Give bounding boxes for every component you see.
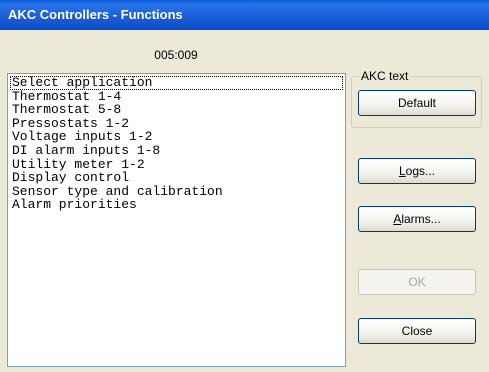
close-button-label: Close — [401, 324, 433, 338]
list-item-voltage-inputs[interactable]: Voltage inputs 1-2 — [8, 130, 345, 144]
list-item-thermostat-1-4[interactable]: Thermostat 1-4 — [8, 89, 345, 104]
default-button[interactable]: Default — [358, 90, 476, 116]
title-bar[interactable]: AKC Controllers - Functions — [0, 0, 489, 30]
controller-code: 005:009 — [154, 48, 198, 62]
list-item-di-alarm-inputs[interactable]: DI alarm inputs 1-8 — [8, 144, 345, 158]
logs-button-label: ogs... — [405, 164, 436, 178]
ok-button-label: OK — [408, 275, 426, 289]
akc-text-legend: AKC text — [359, 69, 411, 83]
default-button-label: Default — [397, 96, 437, 110]
list-item-thermostat-5-8[interactable]: Thermostat 5-8 — [8, 103, 345, 117]
list-item-sensor-type[interactable]: Sensor type and calibration — [8, 185, 345, 199]
logs-button[interactable]: Logs... — [358, 158, 476, 184]
alarms-button[interactable]: Alarms... — [358, 206, 476, 232]
list-item-select-application[interactable]: Select application — [10, 76, 343, 90]
functions-dialog: AKC Controllers - Functions 005:009 Sele… — [0, 0, 489, 372]
alarms-button-label: larms... — [401, 212, 441, 226]
alarms-mnemonic: A — [393, 212, 402, 226]
list-item-pressostats[interactable]: Pressostats 1-2 — [8, 117, 345, 131]
ok-button[interactable]: OK — [358, 269, 476, 295]
list-item-alarm-priorities[interactable]: Alarm priorities — [8, 198, 345, 212]
list-item-utility-meter[interactable]: Utility meter 1-2 — [8, 157, 345, 172]
close-button[interactable]: Close — [358, 318, 476, 344]
logs-mnemonic: L — [398, 164, 406, 178]
window-title: AKC Controllers - Functions — [8, 7, 183, 22]
functions-listbox[interactable]: Select application Thermostat 1-4 Thermo… — [7, 73, 346, 367]
list-item-display-control[interactable]: Display control — [8, 171, 345, 185]
